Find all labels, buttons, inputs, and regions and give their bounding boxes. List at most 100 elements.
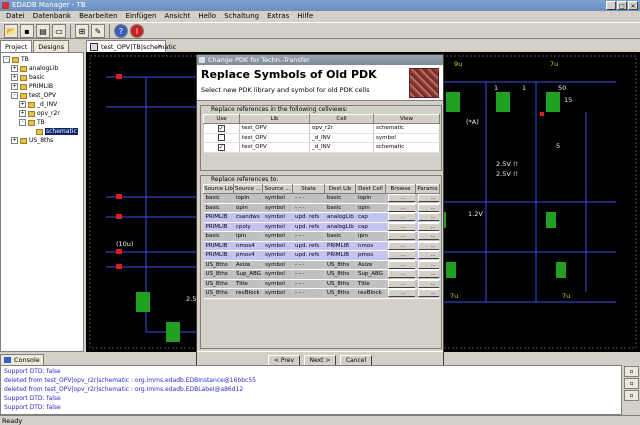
column-header[interactable]: Source ... bbox=[262, 184, 293, 194]
minimize-button[interactable]: _ bbox=[606, 1, 616, 10]
menu-datenbank[interactable]: Datenbank bbox=[29, 11, 75, 22]
cell-dest-lib: US_8ths bbox=[324, 279, 356, 289]
browse-button[interactable]: ... bbox=[388, 270, 415, 279]
column-header[interactable]: Params bbox=[415, 184, 440, 194]
expand-icon[interactable]: + bbox=[11, 137, 18, 144]
column-header[interactable]: Cell bbox=[309, 114, 374, 124]
cellviews-table: Use Lib Cell View ✓ test_OPV opv_r2r schema… bbox=[203, 114, 440, 153]
column-header[interactable]: Dest Lib bbox=[324, 184, 356, 194]
expand-icon[interactable]: + bbox=[19, 101, 26, 108]
tree-node[interactable]: + analogLib bbox=[1, 64, 83, 73]
editor-tab[interactable]: test_OPV|TB|schematic × bbox=[86, 40, 176, 52]
menu-hello[interactable]: Hello bbox=[194, 11, 220, 22]
tree-node[interactable]: + basic bbox=[1, 73, 83, 82]
browse-button[interactable]: ... bbox=[388, 251, 415, 260]
clear-console-icon[interactable]: ▫ bbox=[624, 366, 639, 377]
menu-bearbeiten[interactable]: Bearbeiten bbox=[75, 11, 121, 22]
browse-button[interactable]: ... bbox=[388, 213, 415, 222]
cell-browse: ... bbox=[385, 269, 416, 280]
cell-src-view: symbol bbox=[262, 212, 293, 223]
column-header[interactable]: View bbox=[373, 114, 440, 124]
use-checkbox[interactable] bbox=[217, 134, 225, 142]
print-icon[interactable]: ▭ bbox=[52, 24, 66, 38]
tree-node[interactable]: + _d_INV bbox=[1, 100, 83, 109]
tree-node[interactable]: schematic bbox=[1, 127, 83, 136]
column-header[interactable]: Source Lib bbox=[203, 184, 234, 194]
save-icon[interactable]: ▪ bbox=[20, 24, 34, 38]
copy-console-icon[interactable]: ▫ bbox=[624, 378, 639, 389]
browse-button[interactable]: ... bbox=[388, 194, 415, 203]
column-header[interactable]: Dest Cell bbox=[355, 184, 386, 194]
info-icon[interactable]: i bbox=[130, 24, 144, 38]
column-header[interactable]: Lib bbox=[239, 114, 310, 124]
open-folder-icon[interactable]: 📂 bbox=[4, 24, 18, 38]
expand-icon[interactable]: + bbox=[11, 74, 18, 81]
help-icon[interactable]: ? bbox=[114, 24, 128, 38]
menu-extras[interactable]: Extras bbox=[263, 11, 293, 22]
table-row: basic ipin symbol - - - basic ipin...... bbox=[203, 231, 440, 242]
params-button[interactable]: ... bbox=[418, 213, 439, 222]
tree-node[interactable]: + opv_r2r bbox=[1, 109, 83, 118]
params-button[interactable]: ... bbox=[418, 279, 439, 288]
pdf-icon[interactable]: ▤ bbox=[36, 24, 50, 38]
browse-button[interactable]: ... bbox=[388, 279, 415, 288]
schematic-label: (*A) bbox=[466, 118, 479, 126]
column-header[interactable]: Source ... bbox=[233, 184, 263, 194]
tree-node-label: test_OPV bbox=[29, 92, 56, 99]
params-button[interactable]: ... bbox=[418, 251, 439, 260]
params-button[interactable]: ... bbox=[418, 222, 439, 231]
expand-icon[interactable]: + bbox=[11, 83, 18, 90]
tree-node[interactable]: + PRIMLIB bbox=[1, 82, 83, 91]
use-checkbox[interactable]: ✓ bbox=[217, 143, 225, 151]
params-button[interactable]: ... bbox=[418, 260, 439, 269]
menu-datei[interactable]: Datei bbox=[2, 11, 29, 22]
tab-designs[interactable]: Designs bbox=[33, 40, 70, 52]
params-button[interactable]: ... bbox=[418, 289, 439, 298]
console-tab[interactable]: Console bbox=[0, 354, 44, 365]
params-button[interactable]: ... bbox=[418, 270, 439, 279]
tree-node[interactable]: + US_8ths bbox=[1, 136, 83, 145]
collapse-icon[interactable]: - bbox=[19, 119, 26, 126]
schematic-label: 5 bbox=[556, 142, 561, 150]
console-output[interactable]: Support DTD: false deleted from test_OPV|… bbox=[0, 365, 622, 415]
tree-node[interactable]: - TB bbox=[1, 118, 83, 127]
menu-ansicht[interactable]: Ansicht bbox=[160, 11, 194, 22]
menubar: Datei Datenbank Bearbeiten Einfügen Ansi… bbox=[0, 11, 640, 22]
column-header[interactable]: State bbox=[292, 184, 325, 194]
maximize-button[interactable]: □ bbox=[617, 1, 627, 10]
console-tools: ▫ ▫ ▫ bbox=[623, 365, 640, 415]
browse-button[interactable]: ... bbox=[388, 222, 415, 231]
window-titlebar: EDADB Manager - TB _ □ × bbox=[0, 0, 640, 11]
browse-button[interactable]: ... bbox=[388, 241, 415, 250]
tree-node[interactable]: - test_OPV bbox=[1, 91, 83, 100]
column-header[interactable]: Browse bbox=[385, 184, 416, 194]
column-header[interactable]: Use bbox=[203, 114, 240, 124]
cell-params: ... bbox=[415, 260, 440, 270]
menu-einfuegen[interactable]: Einfügen bbox=[122, 11, 161, 22]
browse-button[interactable]: ... bbox=[388, 203, 415, 212]
collapse-icon[interactable]: - bbox=[11, 92, 18, 99]
expand-icon[interactable]: + bbox=[11, 65, 18, 72]
scroll-lock-icon[interactable]: ▫ bbox=[624, 390, 639, 401]
params-button[interactable]: ... bbox=[418, 232, 439, 241]
expand-icon[interactable]: + bbox=[19, 110, 26, 117]
params-button[interactable]: ... bbox=[418, 194, 439, 203]
use-checkbox[interactable]: ✓ bbox=[217, 124, 225, 132]
browse-button[interactable]: ... bbox=[388, 232, 415, 241]
params-button[interactable]: ... bbox=[418, 203, 439, 212]
params-button[interactable]: ... bbox=[418, 241, 439, 250]
browse-button[interactable]: ... bbox=[388, 289, 415, 298]
toolbar-separator bbox=[70, 24, 71, 38]
menu-schaltung[interactable]: Schaltung bbox=[220, 11, 263, 22]
cell-params: ... bbox=[415, 269, 440, 280]
tab-project[interactable]: Project bbox=[0, 40, 33, 52]
menu-hilfe[interactable]: Hilfe bbox=[293, 11, 317, 22]
collapse-icon[interactable]: - bbox=[3, 56, 10, 63]
dialog-heading: Replace Symbols of Old PDK bbox=[201, 68, 377, 81]
tree-node[interactable]: - TB bbox=[1, 55, 83, 64]
tools-icon[interactable]: ✎ bbox=[91, 24, 105, 38]
browse-button[interactable]: ... bbox=[388, 260, 415, 269]
schematic-icon[interactable]: ⊞ bbox=[75, 24, 89, 38]
folder-icon bbox=[28, 101, 35, 108]
close-button[interactable]: × bbox=[628, 1, 638, 10]
